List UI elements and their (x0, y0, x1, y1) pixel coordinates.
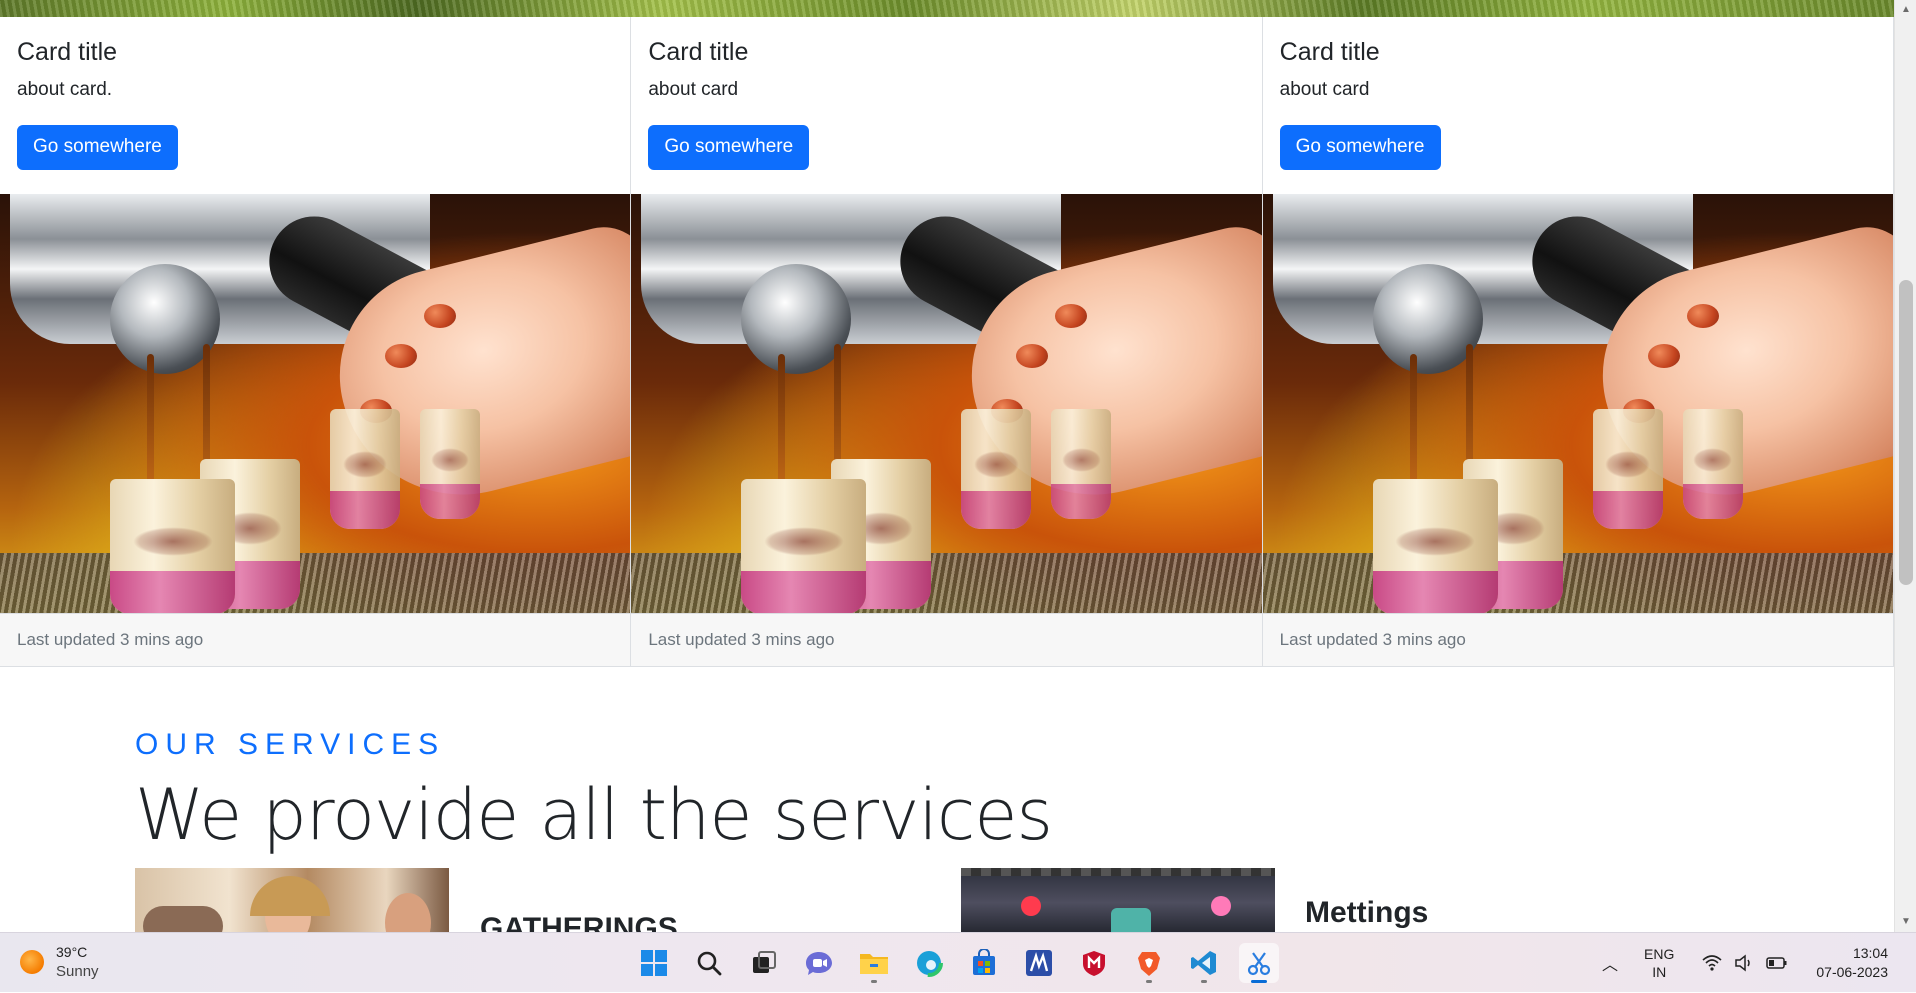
chat-icon[interactable] (799, 943, 839, 983)
scroll-down-icon[interactable]: ▼ (1900, 916, 1912, 928)
scroll-up-icon[interactable]: ▲ (1900, 4, 1912, 16)
card-title: Card title (1279, 38, 1380, 66)
clock-time: 13:04 (1852, 945, 1888, 961)
espresso-image (0, 194, 631, 613)
language-indicator[interactable]: ENG IN (1644, 945, 1674, 981)
app-m-icon[interactable] (1019, 943, 1059, 983)
vscode-icon[interactable] (1184, 943, 1224, 983)
edge-icon[interactable] (909, 943, 949, 983)
windows-taskbar: 39°C Sunny ︿ ENG IN 13:04 07-06-2023 (0, 932, 1916, 992)
snipping-tool-icon[interactable] (1239, 943, 1279, 983)
espresso-image (631, 194, 1262, 613)
weather-condition: Sunny (56, 963, 99, 980)
services-headline: We provide all the services (135, 774, 1053, 856)
language-code: ENG (1644, 946, 1675, 962)
card-text: about card. (17, 79, 113, 100)
services-eyebrow: OUR SERVICES (135, 728, 446, 761)
card-body: Card title about card Go somewhere (1263, 17, 1893, 194)
card: Card title about card Go somewhere Last … (631, 17, 1263, 667)
weather-widget[interactable]: 39°C Sunny (20, 943, 99, 981)
mcafee-icon[interactable] (1074, 943, 1114, 983)
chevron-up-icon[interactable]: ︿ (1602, 951, 1618, 975)
page-scrollbar[interactable]: ▲ ▼ (1894, 0, 1916, 932)
quick-settings[interactable] (1702, 954, 1788, 972)
region-code: IN (1652, 964, 1667, 980)
card-footer: Last updated 3 mins ago (1262, 613, 1893, 666)
sun-icon (20, 950, 44, 974)
card-body: Card title about card Go somewhere (631, 17, 1261, 194)
card: Card title about card. Go somewhere Last… (0, 17, 632, 667)
card-body: Card title about card. Go somewhere (0, 17, 630, 194)
system-tray: ︿ ENG IN 13:04 07-06-2023 (1602, 933, 1916, 993)
wifi-icon (1702, 955, 1722, 971)
search-icon[interactable] (689, 943, 729, 983)
clock[interactable]: 13:04 07-06-2023 (1816, 944, 1888, 982)
service-title-gatherings: GATHERINGS (480, 912, 678, 932)
previous-card-image (0, 0, 1894, 17)
task-view-icon[interactable] (744, 943, 784, 983)
taskbar-apps (634, 933, 1279, 993)
card-text: about card (1279, 79, 1370, 100)
service-title-meetings: Mettings (1305, 896, 1429, 929)
clock-date: 07-06-2023 (1816, 964, 1888, 980)
meetings-image (961, 868, 1275, 932)
file-explorer-icon[interactable] (854, 943, 894, 983)
browser-viewport: Card title about card. Go somewhere Last… (0, 0, 1894, 932)
start-icon[interactable] (634, 943, 674, 983)
card-footer: Last updated 3 mins ago (0, 613, 631, 666)
card-text: about card (648, 79, 739, 100)
scroll-thumb[interactable] (1899, 280, 1913, 585)
volume-icon (1735, 954, 1751, 972)
espresso-image (1262, 194, 1893, 613)
services-section: OUR SERVICES We provide all the services (135, 728, 1053, 856)
weather-temp: 39°C (56, 944, 88, 960)
card: Card title about card Go somewhere Last … (1262, 17, 1894, 667)
card-footer: Last updated 3 mins ago (631, 613, 1262, 666)
card-title: Card title (648, 38, 749, 66)
go-somewhere-button[interactable]: Go somewhere (1279, 125, 1441, 170)
store-icon[interactable] (964, 943, 1004, 983)
card-group: Card title about card. Go somewhere Last… (0, 17, 1894, 667)
go-somewhere-button[interactable]: Go somewhere (17, 125, 178, 170)
battery-icon (1766, 957, 1787, 969)
brave-icon[interactable] (1129, 943, 1169, 983)
card-title: Card title (17, 38, 118, 66)
gatherings-image (135, 868, 449, 932)
go-somewhere-button[interactable]: Go somewhere (648, 125, 810, 170)
